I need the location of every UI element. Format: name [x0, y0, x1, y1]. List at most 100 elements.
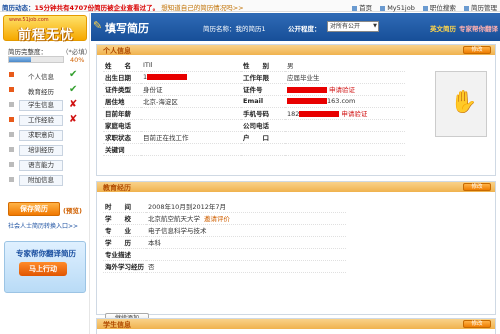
completion-text: 简历完整度：	[8, 48, 47, 56]
label-text: 目前年薪	[105, 110, 131, 118]
personal-info-table: 姓 名 ITIl 性 别男出生日期 1 工作年限 应届毕业生 证件类型 身份证 证件号 申请验证居…	[103, 59, 405, 156]
field-value	[141, 107, 241, 120]
label-text: 居住地	[105, 98, 125, 106]
logo[interactable]: www.51job.com 前程无忧	[3, 15, 87, 43]
education-table: 时 间 2008年10月到2012年7月学 校北京航空航天大学 邀请评价专 业电子信…	[103, 200, 346, 273]
field-label: 目前年薪	[103, 107, 141, 120]
sidebar-item-label: 培训经历	[19, 145, 63, 156]
sidebar-item-label: 工作经验	[19, 115, 63, 126]
document-icon	[464, 5, 469, 11]
field-label: 关键词	[103, 143, 141, 156]
resume-name-value: 我的简历1	[235, 25, 266, 33]
field-label: 家庭电话	[103, 119, 141, 132]
sidebar-item-label: 个人信息	[28, 73, 54, 81]
field-label: 学 历	[103, 236, 146, 249]
field-label: 公司电话	[241, 119, 285, 132]
logo-site: www.51job.com	[9, 17, 49, 23]
section-title: 教育经历	[103, 184, 131, 192]
edit-personal-button[interactable]: 修改	[463, 46, 491, 54]
home-icon	[352, 5, 358, 11]
section-title: 个人信息	[103, 47, 131, 55]
sidebar-item[interactable]: 求职意向	[7, 128, 85, 143]
field-label: 手机号码	[241, 107, 285, 120]
field-label: 户 口	[241, 131, 285, 144]
sidebar-item[interactable]: 学生信息 ✘	[7, 98, 85, 113]
sidebar-item[interactable]: 附加信息	[7, 173, 85, 188]
field-value: 1	[141, 71, 241, 84]
field-value: 本科	[146, 236, 346, 249]
field-label: 专 业	[103, 224, 146, 237]
sidebar-item[interactable]: 培训经历	[7, 143, 85, 158]
value-text: 电子信息科学与技术	[148, 227, 207, 235]
field-label: 求职状态	[103, 131, 141, 144]
redaction	[287, 87, 327, 93]
invite-review-link[interactable]: 邀请评价	[204, 215, 230, 223]
field-value	[285, 131, 405, 144]
label-text: 证件号	[243, 86, 263, 94]
edit-student-button[interactable]: 修改	[463, 320, 491, 328]
top-link-home[interactable]: 首页	[352, 4, 372, 12]
cross-icon: ✘	[69, 99, 78, 110]
news-label: 简历动态：	[2, 4, 35, 12]
field-label: 性 别	[241, 59, 285, 72]
label-text: 出生日期	[105, 74, 131, 82]
field-label: 证件号	[241, 83, 285, 96]
top-link-resume-manage[interactable]: 简历管理	[464, 4, 497, 12]
section-title: 学生信息	[103, 321, 131, 329]
field-value: 男	[285, 59, 405, 72]
value-text: 北京航空航天大学	[148, 215, 200, 223]
english-resume-link[interactable]: 英文简历	[430, 23, 456, 33]
expert-translate-link[interactable]: 专家帮你翻译	[459, 23, 498, 33]
page-title: 填写简历	[105, 22, 149, 35]
public-level-select[interactable]: 对所有公开 ▼	[327, 21, 379, 32]
table-row: 出生日期 1 工作年限 应届毕业生	[103, 71, 405, 84]
table-row: 学 历本科	[103, 236, 346, 249]
field-label: Email	[241, 95, 285, 108]
table-row: 关键词	[103, 143, 405, 156]
sidebar: www.51job.com 前程无忧 简历完整度： （*必填） 40% 个人信息…	[0, 13, 91, 334]
edit-education-button[interactable]: 修改	[463, 183, 491, 191]
photo-placeholder[interactable]: ✋	[435, 71, 487, 137]
ad-title: 专家帮你翻译简历	[16, 249, 76, 258]
field-label: 工作年限	[241, 71, 285, 84]
label-text: 关键词	[105, 146, 125, 154]
translate-ad-banner[interactable]: 专家帮你翻译简历 马上行动	[4, 241, 86, 293]
value-text: 应届毕业生	[287, 74, 320, 82]
preview-link[interactable]: (预览)	[63, 205, 82, 215]
apply-verify-link[interactable]: 申请验证	[329, 86, 355, 94]
table-row: 求职状态 目前正在找工作 户 口	[103, 131, 405, 144]
news-hint-link[interactable]: 想知道自己的简历情况吗>>	[161, 4, 243, 12]
social-resume-link[interactable]: 社会人士简历转换入口>>	[8, 221, 78, 230]
redaction	[147, 74, 188, 80]
field-label: 专业描述	[103, 248, 146, 261]
resume-name-label: 简历名称：	[203, 25, 236, 33]
cross-icon: ✘	[69, 114, 78, 125]
field-value	[285, 119, 405, 132]
table-row: 家庭电话 公司电话	[103, 119, 405, 132]
progress-fill	[9, 57, 31, 62]
personal-info-section: 个人信息 修改 姓 名 ITIl 性 别 男出生日期 1 工作年限 应届毕业生 证件类型 身份证…	[96, 44, 496, 176]
table-row: 居住地 北京-海淀区 Email 163.com	[103, 95, 405, 108]
completion-progress-bar	[8, 56, 64, 63]
value-text: 否	[148, 263, 155, 271]
sidebar-item[interactable]: 教育经历 ✔	[7, 83, 85, 98]
sidebar-item[interactable]: 工作经验 ✘	[7, 113, 85, 128]
table-row: 海外学习经历否	[103, 260, 346, 273]
field-value	[285, 143, 405, 156]
sidebar-item[interactable]: 个人信息 ✔	[7, 68, 85, 83]
redaction	[299, 111, 340, 117]
bullet-icon	[9, 162, 14, 167]
ad-action-button[interactable]: 马上行动	[19, 262, 67, 276]
personal-info-header: 个人信息 修改	[97, 45, 495, 55]
apply-verify-link[interactable]: 申请验证	[341, 110, 367, 118]
top-link-job-search[interactable]: 职位搜索	[422, 4, 456, 12]
field-value	[146, 248, 346, 261]
logo-brand: 前程无忧	[18, 28, 75, 43]
value-text: 男	[287, 61, 294, 70]
field-label: 证件类型	[103, 83, 141, 96]
sidebar-item-label: 学生信息	[19, 100, 63, 111]
save-resume-button[interactable]: 保存简历	[8, 202, 60, 216]
top-link-my51job[interactable]: My51job	[380, 4, 415, 12]
sidebar-item[interactable]: 语言能力	[7, 158, 85, 173]
field-value	[141, 143, 241, 156]
